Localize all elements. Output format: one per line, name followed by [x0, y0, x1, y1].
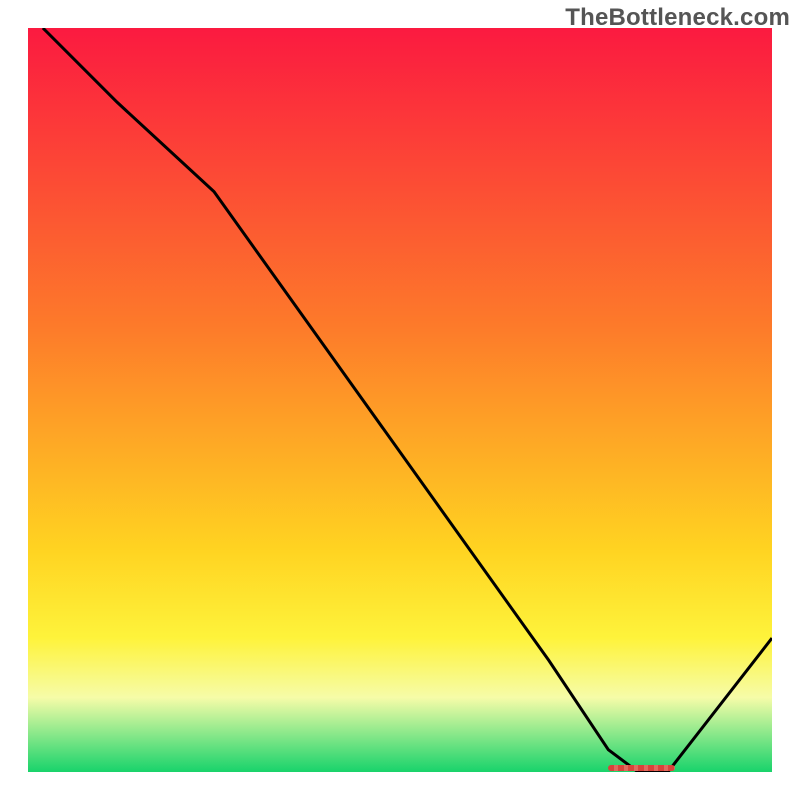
chart-svg	[28, 28, 772, 772]
plot-area	[28, 28, 772, 772]
chart-frame: TheBottleneck.com	[0, 0, 800, 800]
minimum-marker	[608, 765, 675, 771]
gradient-background	[28, 28, 772, 772]
